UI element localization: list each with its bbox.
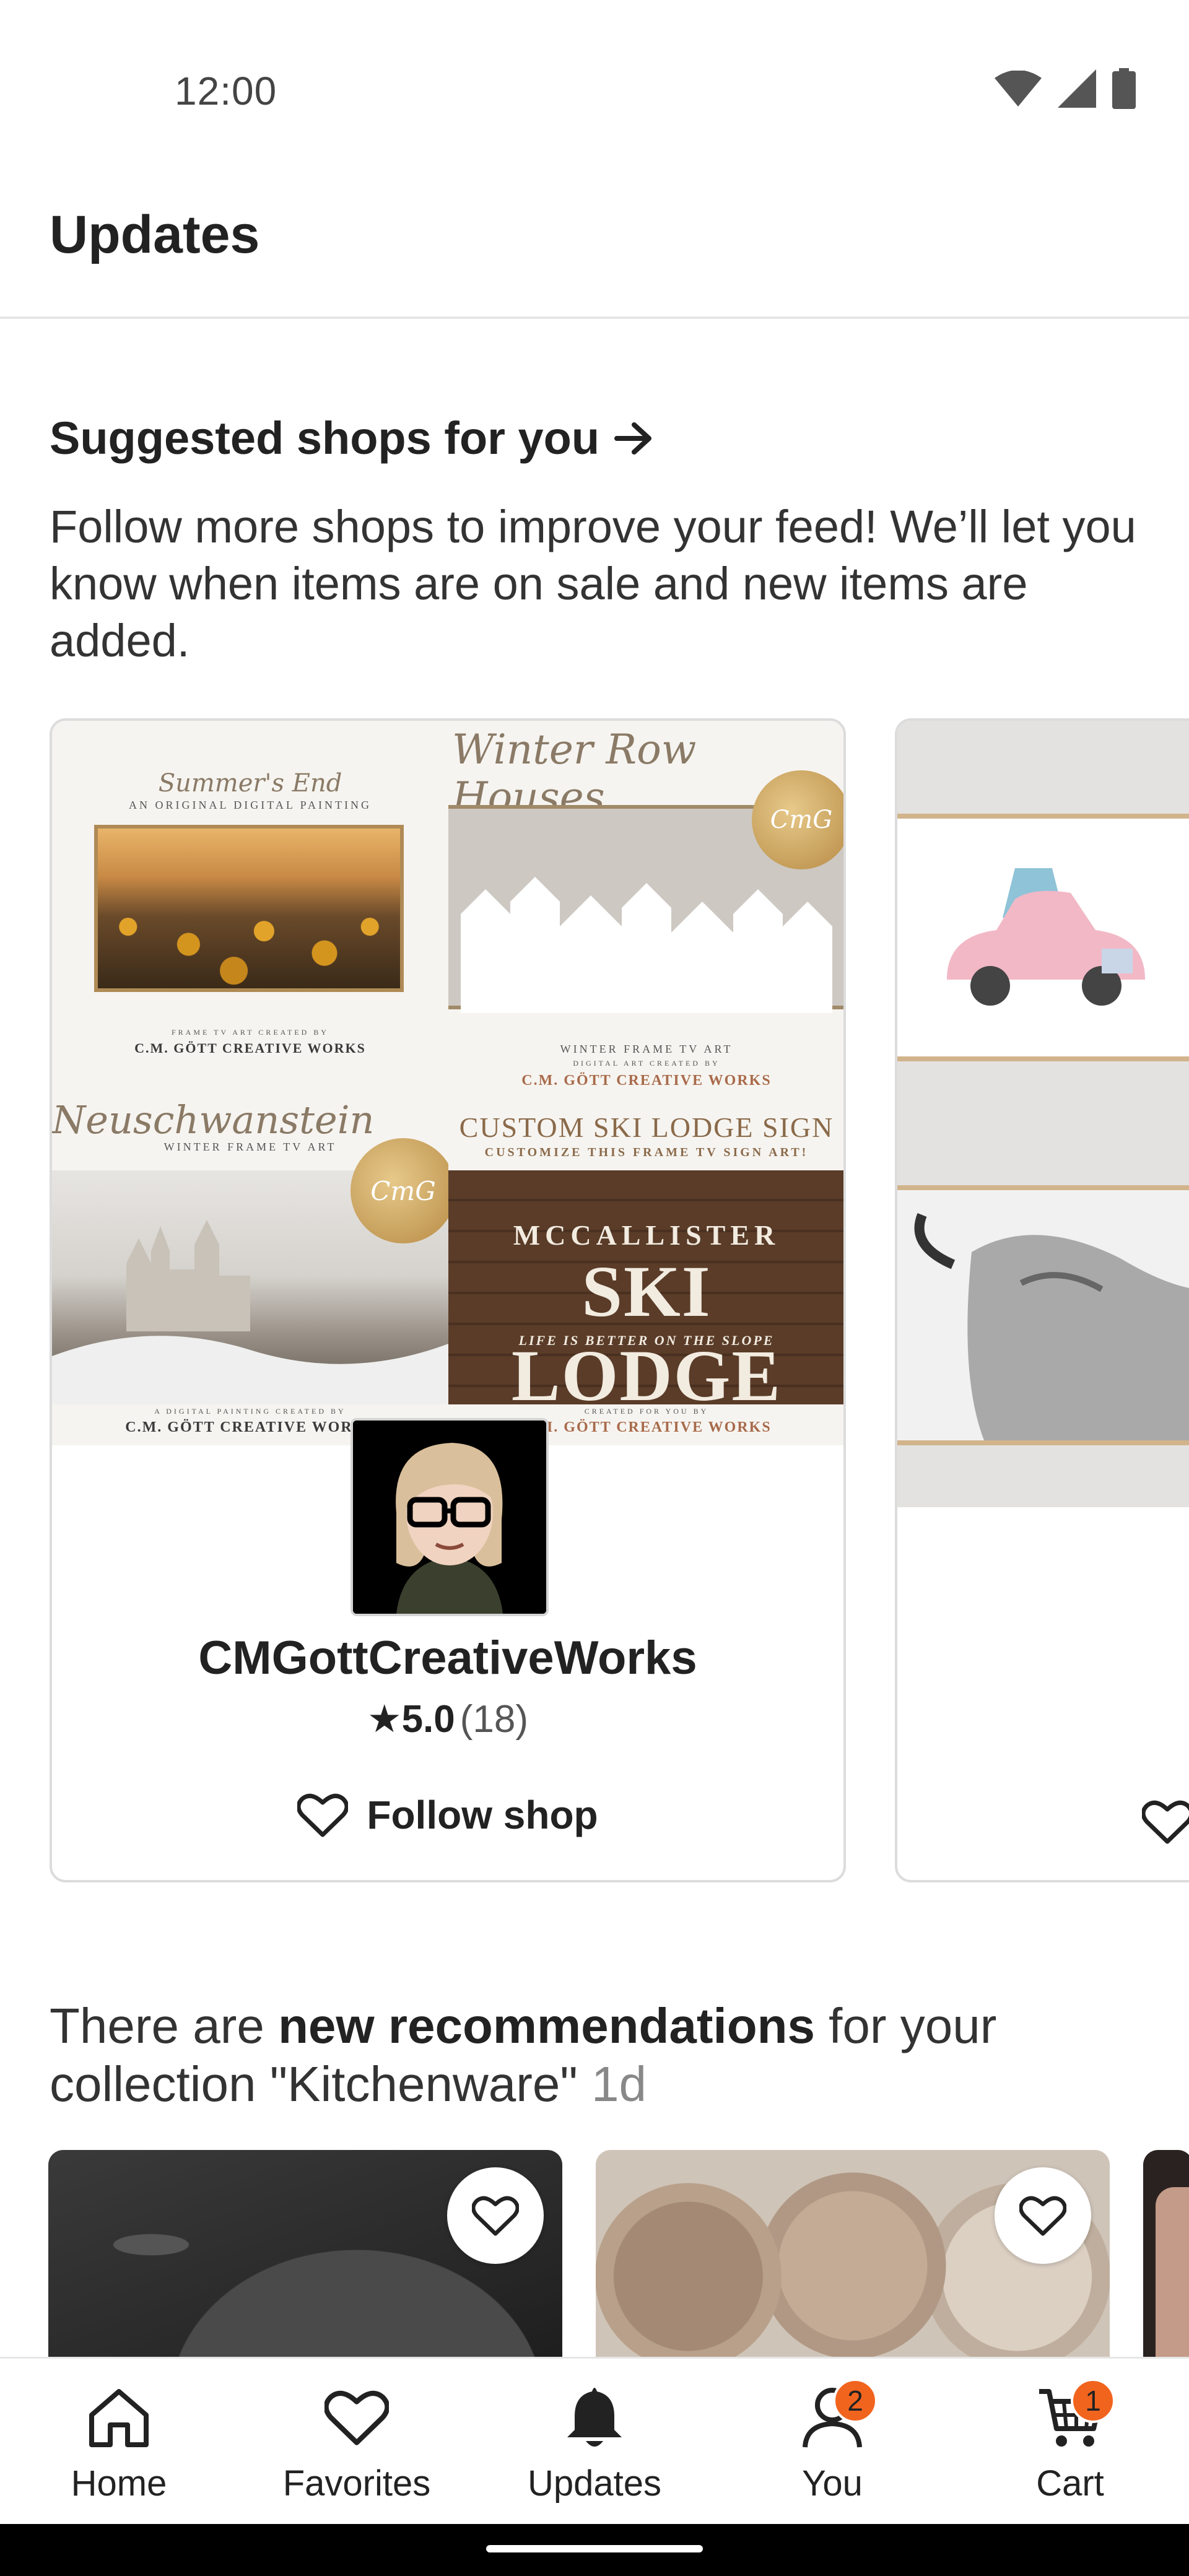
recommendations-message: There are new recommendations for your c… [50, 1997, 1152, 2113]
listing-image-winter-row-houses: Winter Row Houses CmG WINTER FRAME TV AR… [448, 721, 843, 1100]
nav-you[interactable]: 2 You [713, 2359, 951, 2526]
nav-home[interactable]: Home [0, 2359, 238, 2526]
suggested-shops-heading[interactable]: Suggested shops for you [50, 412, 653, 464]
arrow-right-icon [614, 422, 652, 455]
app-header: Updates [0, 155, 1189, 319]
recommendations-prefix: There are [50, 1998, 279, 2053]
seal-text: CmG [770, 806, 833, 834]
sunflower-painting [94, 825, 404, 992]
listing-image-summers-end: Summer's End AN ORIGINAL DIGITAL PAINTIN… [52, 721, 448, 1100]
status-time: 12:00 [175, 69, 277, 113]
sign-tagline: LIFE IS BETTER ON THE SLOPE [518, 1333, 775, 1348]
recommendation-image-partial [1156, 2187, 1189, 2361]
listing-image-pink-car [897, 721, 1189, 1507]
tile-subtitle: CUSTOMIZE THIS FRAME TV SIGN ART! [484, 1146, 809, 1159]
tile-subtitle: WINTER FRAME TV ART [560, 1043, 733, 1055]
tile-credit: C.M. GÖTT CREATIVE WORKS [134, 1040, 366, 1056]
rating-value: 5.0 [401, 1698, 455, 1741]
battery-icon [1112, 68, 1136, 109]
status-bar: 12:00 [0, 0, 1189, 155]
heart-icon [324, 2390, 389, 2445]
shop-card[interactable]: Summer's End AN ORIGINAL DIGITAL PAINTIN… [50, 718, 846, 1882]
you-badge: 2 [833, 2378, 878, 2423]
listing-image-neuschwanstein: Neuschwanstein WINTER FRAME TV ART CmG A… [52, 1100, 448, 1445]
favorite-button[interactable] [995, 2167, 1091, 2264]
cart-badge: 1 [1071, 2378, 1115, 2423]
pink-car-art [947, 868, 1145, 1006]
tile-credit-small: CREATED FOR YOU BY [584, 1407, 709, 1416]
cmg-seal: CmG [752, 770, 843, 869]
shop-card-next[interactable] [895, 718, 1189, 1882]
nav-favorites-label: Favorites [282, 2463, 431, 2504]
heart-outline-icon [1019, 2196, 1066, 2236]
nav-updates[interactable]: Updates [476, 2359, 713, 2526]
cmg-seal: CmG [351, 1138, 448, 1243]
tile-title: Neuschwanstein [52, 1100, 375, 1142]
home-gesture-handle[interactable] [486, 2545, 703, 2552]
nav-cart[interactable]: 1 Cart [951, 2359, 1189, 2526]
nav-cart-label: Cart [1036, 2463, 1104, 2504]
nav-updates-label: Updates [527, 2463, 662, 2504]
nav-favorites[interactable]: Favorites [238, 2359, 476, 2526]
highland-cow-art [914, 1213, 1189, 1440]
star-icon: ★ [367, 1698, 402, 1741]
tile-credit: C.M. GÖTT CREATIVE WORKS [521, 1073, 772, 1089]
recommendation-card[interactable] [1143, 2150, 1189, 2361]
review-count: (18) [459, 1698, 529, 1741]
favorite-button[interactable] [447, 2167, 544, 2264]
wifi-icon [995, 71, 1042, 107]
seal-text: CmG [370, 1175, 436, 1206]
recommendations-age: 1d [591, 2056, 647, 2112]
nav-home-label: Home [71, 2463, 167, 2504]
recommendations-bold: new recommendations [278, 1998, 815, 2053]
shop-name[interactable]: CMGottCreativeWorks [52, 1631, 843, 1685]
heart-outline-icon [472, 2196, 519, 2236]
ski-lodge-sign: MCCALLISTER SKI LODGE LIFE IS BETTER ON … [448, 1170, 843, 1416]
home-icon [89, 2389, 149, 2447]
system-navigation-bar [0, 2524, 1189, 2576]
signal-icon [1058, 69, 1096, 108]
tile-title: Summer's End [158, 769, 342, 798]
tile-subtitle: AN ORIGINAL DIGITAL PAINTING [128, 799, 372, 811]
bell-icon [567, 2388, 622, 2447]
sign-top: MCCALLISTER [513, 1219, 780, 1251]
suggested-shops-description: Follow more shops to improve your feed! … [50, 501, 1136, 666]
nav-you-label: You [802, 2463, 863, 2504]
listing-image-ski-lodge: CUSTOM SKI LODGE SIGN CUSTOMIZE THIS FRA… [448, 1100, 843, 1445]
suggested-shops-heading-text: Suggested shops for you [50, 412, 600, 464]
tile-credit-small: A DIGITAL PAINTING CREATED BY [154, 1407, 346, 1416]
bottom-navigation: Home Favorites Updates 2 You 1 Cart [0, 2357, 1189, 2524]
heart-outline-icon [1142, 1800, 1189, 1844]
recommendation-card[interactable] [48, 2150, 562, 2361]
follow-shop-label: Follow shop [367, 1793, 598, 1837]
shop-rating: ★5.0 (18) [52, 1696, 843, 1741]
tile-credit-small: DIGITAL ART CREATED BY [573, 1059, 720, 1068]
follow-shop-button[interactable]: Follow shop [52, 1781, 843, 1849]
shop-image-mosaic: Summer's End AN ORIGINAL DIGITAL PAINTIN… [52, 721, 843, 1445]
heart-outline-icon [297, 1793, 349, 1837]
page-title: Updates [50, 205, 260, 264]
status-icons [995, 67, 1136, 110]
tile-title: CUSTOM SKI LODGE SIGN [459, 1112, 834, 1143]
suggested-shops-section: Suggested shops for you Follow more shop… [0, 319, 1189, 1941]
shop-avatar [351, 1418, 549, 1616]
tile-credit-small: FRAME TV ART CREATED BY [172, 1028, 329, 1037]
recommendation-card[interactable] [596, 2150, 1110, 2361]
